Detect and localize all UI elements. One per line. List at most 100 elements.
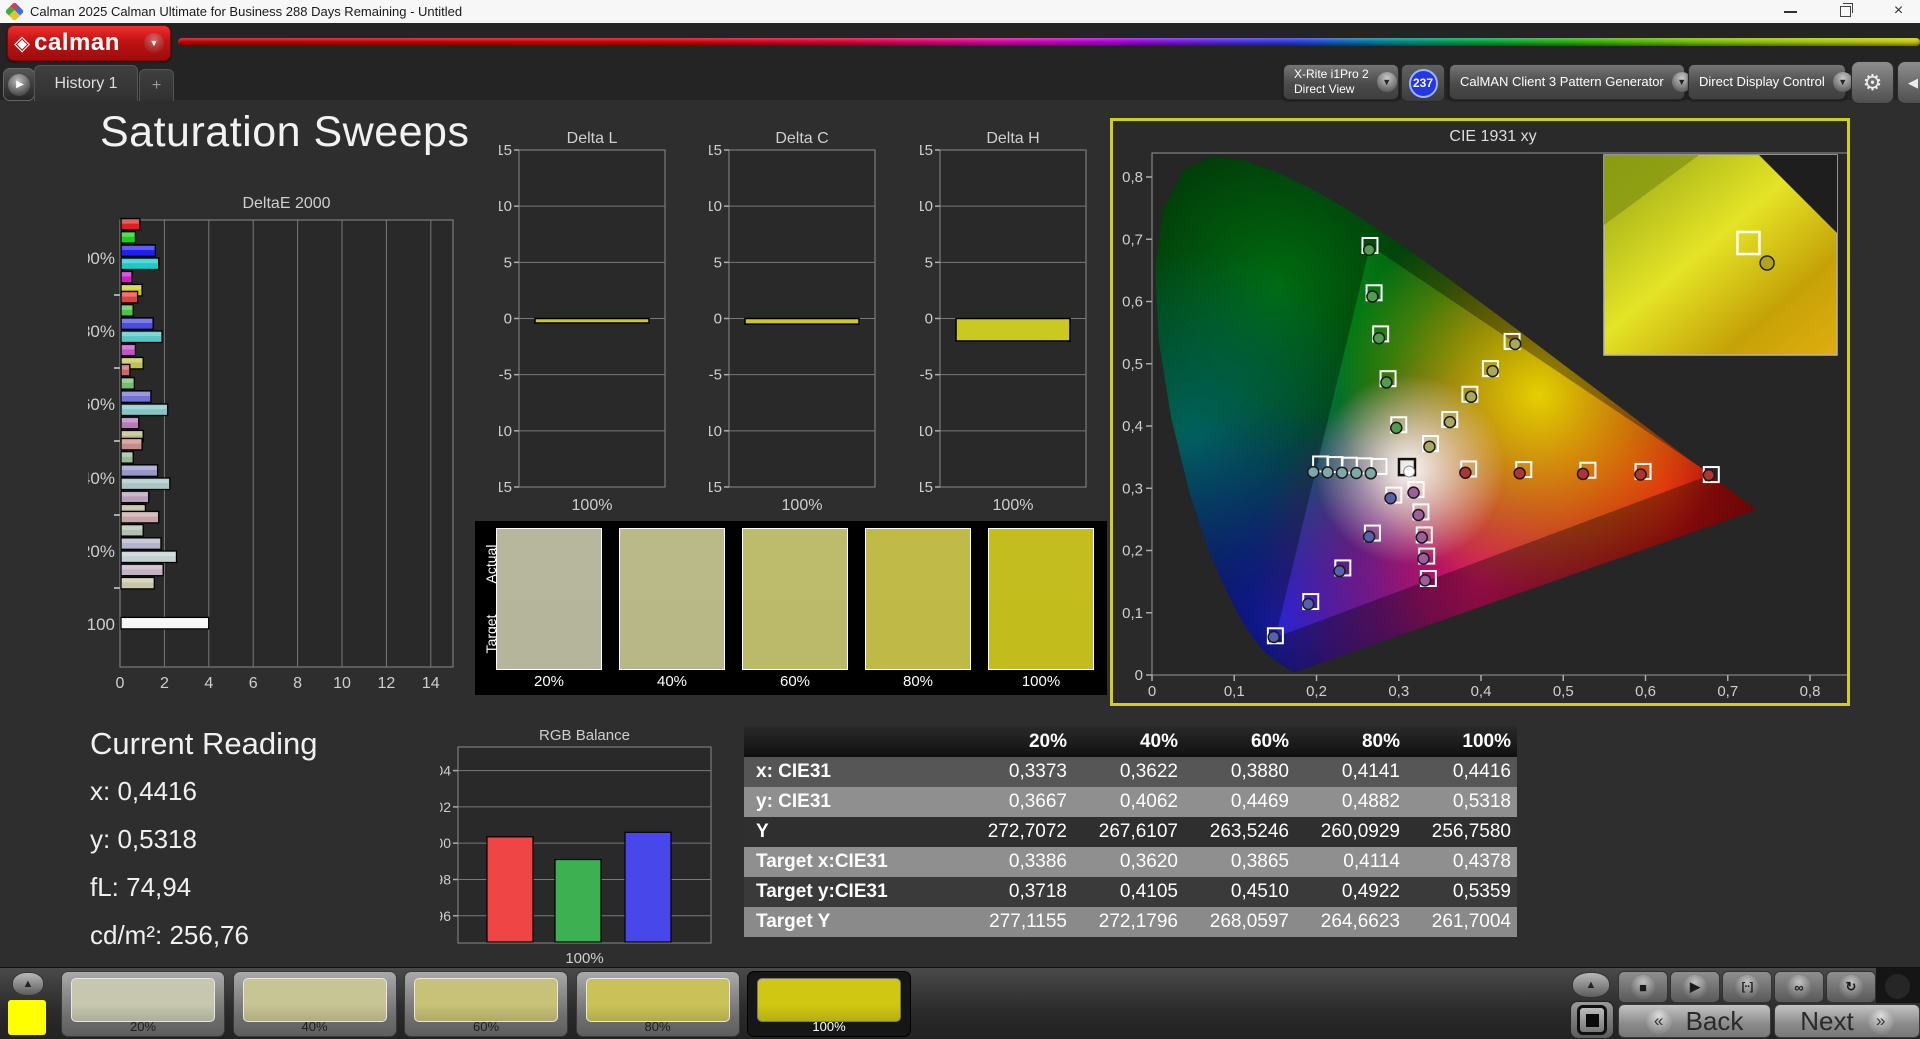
collapse-toolbar-button[interactable]: ◀: [1897, 61, 1920, 104]
patch-button-100%[interactable]: 100%: [747, 971, 911, 1037]
measure-series-button[interactable]: [··]: [1722, 971, 1772, 1003]
svg-text:100%: 100%: [565, 950, 603, 967]
calman-menu-button[interactable]: ◈ calman ▼: [7, 25, 171, 61]
svg-text:100%: 100%: [572, 497, 613, 514]
svg-text:100%: 100%: [782, 497, 823, 514]
svg-text:8: 8: [293, 675, 302, 692]
svg-text:-5: -5: [920, 367, 933, 384]
workflow-play-button[interactable]: ▶: [3, 68, 35, 101]
measured-dot-cyan: [1364, 467, 1378, 480]
rgb-bar-green: [554, 858, 602, 943]
tab-history-1[interactable]: History 1: [34, 65, 138, 101]
expand-patch-list-button[interactable]: ▲: [12, 972, 44, 996]
actual-color: [989, 529, 1093, 599]
svg-text:-15: -15: [920, 479, 933, 496]
delta-h-chart: Delta H 15 10 5 0 -5 -10 -15 100%: [911, 128, 1100, 522]
patch-button-40%[interactable]: 40%: [232, 971, 397, 1037]
cie-1931-chart-panel[interactable]: CIE 1931 xy 0 0 0,1 0,1 0,2 0,2 0,3 0,3 0,4 0,4 0,5…: [1110, 118, 1850, 706]
minimize-button[interactable]: [1768, 0, 1813, 22]
svg-text:6: 6: [249, 675, 258, 692]
target-color: [620, 599, 724, 669]
measured-dot-cyan: [1350, 466, 1363, 480]
patch-label: 20%: [129, 1019, 157, 1034]
svg-text:-10: -10: [499, 423, 512, 440]
table-cell: 0,4469: [1230, 791, 1289, 812]
toolbar-corner-panel: [1876, 968, 1920, 1003]
table-cell: 0,3718: [1008, 881, 1067, 902]
measure-once-button[interactable]: ▶: [1670, 971, 1720, 1003]
patch-color: [414, 978, 558, 1022]
tab-add[interactable]: +: [139, 69, 174, 101]
row-label: x: CIE31: [756, 761, 831, 782]
meter-dropdown[interactable]: X-Rite i1Pro 2 Direct View ▼: [1283, 64, 1399, 100]
patch-label: 60%: [472, 1019, 500, 1034]
play-icon: ▶: [1683, 975, 1707, 999]
measured-dot-green: [1372, 331, 1386, 345]
column-header: 40%: [1139, 730, 1178, 752]
svg-text:20%: 20%: [88, 542, 115, 561]
stop-button[interactable]: ■: [1618, 971, 1668, 1003]
svg-text:12: 12: [378, 675, 396, 692]
pattern-generator-dropdown[interactable]: CalMAN Client 3 Pattern Generator ▼: [1449, 64, 1692, 100]
measured-dot-green: [1366, 290, 1379, 303]
patch-color: [757, 978, 901, 1022]
gear-icon: ⚙: [1862, 69, 1883, 95]
swatch-label: 60%: [779, 673, 811, 690]
svg-text:0,3: 0,3: [1388, 683, 1409, 700]
stop-measure-button[interactable]: [1570, 1001, 1614, 1039]
row-label: Target x:CIE31: [756, 851, 888, 872]
next-button[interactable]: Next »: [1774, 1004, 1920, 1038]
restore-button[interactable]: [1823, 0, 1868, 22]
display-control-dropdown[interactable]: Direct Display Control ▼: [1688, 64, 1853, 100]
target-color: [497, 599, 601, 669]
table-cell: 0,3865: [1230, 851, 1289, 872]
white-point-dot: [1403, 465, 1416, 478]
svg-text:0: 0: [1135, 667, 1143, 684]
window-title: Calman 2025 Calman Ultimate for Business…: [30, 4, 463, 19]
stop-icon: ■: [1631, 975, 1655, 999]
minimize-icon: [1784, 11, 1797, 13]
svg-text:10: 10: [499, 198, 512, 215]
measured-dot-yellow: [1464, 390, 1478, 404]
svg-text:100%: 100%: [993, 497, 1034, 514]
swatch-label: 100%: [1021, 673, 1061, 690]
comparison-swatch-80%: [865, 528, 971, 670]
tab-label: History 1: [54, 74, 118, 92]
settings-button[interactable]: ⚙: [1851, 61, 1894, 104]
meter-read-count-tile[interactable]: 237: [1401, 64, 1445, 102]
patch-button-60%[interactable]: 60%: [404, 971, 568, 1037]
measured-dot-magenta: [1417, 552, 1430, 565]
measured-dot-cyan: [1335, 466, 1349, 479]
target-color: [866, 599, 970, 669]
expand-controls-button[interactable]: ▲: [1572, 972, 1610, 998]
measured-dot-magenta: [1407, 486, 1420, 499]
svg-text:10: 10: [709, 198, 722, 215]
rgb-balance-chart: RGB Balance1041021009896100%: [428, 727, 750, 972]
table-row: Target Y 277,1155 272,1796 268,0597 264,6623…: [744, 907, 1517, 937]
continuous-measure-button[interactable]: ∞: [1774, 971, 1824, 1003]
swatch-label: 20%: [533, 673, 565, 690]
table-cell: 264,6623: [1320, 911, 1400, 932]
back-button[interactable]: « Back: [1618, 1004, 1771, 1038]
table-cell: 277,1155: [989, 911, 1067, 932]
table-row: x: CIE31 0,3373 0,3622 0,3880 0,4141 0,4416: [744, 757, 1517, 787]
play-icon: ▶: [8, 73, 30, 96]
actual-color: [866, 529, 970, 599]
refresh-button[interactable]: ↻: [1826, 971, 1876, 1003]
display-control-label: Direct Display Control: [1699, 73, 1825, 89]
rgb-bar-blue: [624, 831, 672, 943]
patch-button-80%[interactable]: 80%: [575, 971, 740, 1037]
table-cell: 267,6107: [1098, 821, 1178, 842]
table-cell: 0,4105: [1119, 881, 1178, 902]
svg-text:0,1: 0,1: [1224, 683, 1245, 700]
rgb-bar-red: [486, 836, 534, 943]
close-button[interactable]: ×: [1876, 0, 1920, 22]
table-cell: 268,0597: [1209, 911, 1289, 932]
column-header: 60%: [1250, 730, 1289, 752]
table-cell: 0,4141: [1341, 761, 1400, 782]
patch-button-20%[interactable]: 20%: [61, 971, 225, 1037]
column-header: 100%: [1462, 730, 1511, 752]
svg-text:15: 15: [920, 142, 933, 159]
svg-text:0,5: 0,5: [1553, 683, 1574, 700]
svg-text:DeltaE 2000: DeltaE 2000: [242, 195, 330, 212]
